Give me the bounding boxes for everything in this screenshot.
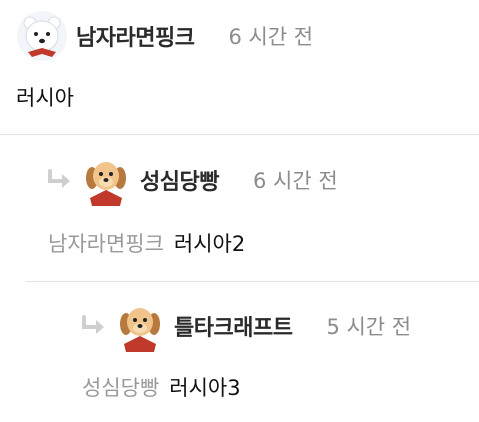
puppy-avatar[interactable] — [114, 300, 166, 352]
comment-text: 러시아 — [16, 86, 74, 110]
comment-username[interactable]: 남자라면핑크 — [76, 20, 195, 52]
comment-timestamp: 5 시간 전 — [326, 315, 412, 339]
comment-divider — [26, 281, 479, 282]
comment-text: 러시아3 — [169, 376, 241, 400]
comment-divider — [0, 134, 479, 135]
puppy-avatar[interactable] — [80, 154, 132, 206]
comment-username[interactable]: 틀타크래프트 — [174, 310, 293, 342]
polar-bear-avatar[interactable] — [16, 10, 68, 62]
mention-username[interactable]: 성심당빵 — [82, 376, 159, 400]
comment-timestamp: 6 시간 전 — [228, 25, 314, 49]
mention-username[interactable]: 남자라면핑크 — [48, 232, 164, 256]
reply-arrow-icon — [82, 315, 104, 334]
comment-header: 남자라면핑크 6 시간 전 — [16, 10, 313, 62]
comment-timestamp: 6 시간 전 — [252, 169, 338, 193]
reply-text-row: 성심당빵 러시아3 — [82, 372, 241, 402]
reply-text-row: 남자라면핑크 러시아2 — [48, 228, 245, 258]
comment-text: 러시아2 — [173, 232, 246, 256]
reply-arrow-icon — [48, 169, 70, 188]
reply-header: 틀타크래프트 5 시간 전 — [80, 300, 411, 352]
reply-header: 성심당빵 6 시간 전 — [46, 154, 338, 206]
comment-username[interactable]: 성심당빵 — [140, 164, 219, 196]
